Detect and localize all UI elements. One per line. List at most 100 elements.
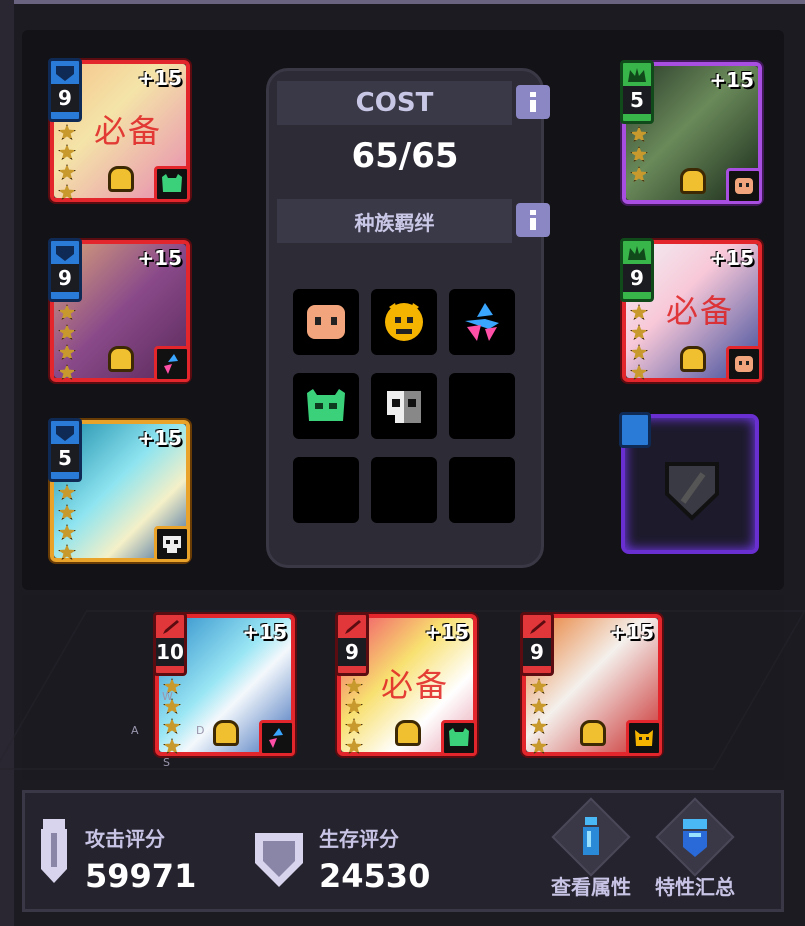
- star-icon: [58, 324, 76, 340]
- green-orc-icon: [162, 174, 182, 192]
- shield-class-icon: [619, 412, 651, 448]
- lock-icon: [680, 168, 706, 194]
- star-column: [530, 678, 548, 754]
- must-have-mark: 必备: [94, 112, 163, 150]
- star-icon: [58, 124, 76, 140]
- info-icon: [530, 92, 536, 97]
- star-column: [630, 126, 648, 182]
- hero-card[interactable]: 必备 9 +15: [335, 612, 477, 756]
- race-bond-grid: [293, 289, 518, 523]
- class-badge: 9: [48, 238, 82, 302]
- hero-card[interactable]: 必备 9 +15: [48, 58, 190, 202]
- race-slot[interactable]: [293, 373, 359, 439]
- star-column: [58, 124, 76, 200]
- lock-icon: [580, 720, 606, 746]
- star-icon: [58, 144, 76, 160]
- star-icon: [58, 164, 76, 180]
- star-column: [58, 484, 76, 560]
- hero-card[interactable]: 9 +15: [520, 612, 662, 756]
- key-hint-w: W: [162, 690, 173, 703]
- star-icon: [58, 344, 76, 360]
- race-slot[interactable]: [449, 289, 515, 355]
- hero-level: 9: [51, 84, 79, 112]
- star-icon: [345, 698, 363, 714]
- info-icon: [530, 210, 536, 215]
- star-icon: [630, 324, 648, 340]
- class-badge: 9: [520, 612, 554, 676]
- cost-title: COST: [355, 88, 434, 118]
- star-icon: [630, 344, 648, 360]
- star-icon: [345, 738, 363, 754]
- attack-score-value: 59971: [85, 857, 197, 895]
- hero-card[interactable]: 5 +15: [48, 418, 190, 562]
- lock-icon: [213, 720, 239, 746]
- hero-level: 5: [51, 444, 79, 472]
- lock-icon: [108, 166, 134, 192]
- view-attributes-label: 查看属性: [551, 875, 631, 899]
- sword-class-icon: [530, 620, 546, 634]
- race-tag: [154, 526, 190, 562]
- lock-icon: [680, 346, 706, 372]
- race-slot[interactable]: [371, 373, 437, 439]
- star-icon: [530, 698, 548, 714]
- trait-summary-label: 特性汇总: [655, 875, 735, 899]
- fire-spirit-icon: [269, 728, 283, 748]
- empty-shield-icon: [665, 462, 719, 521]
- race-slot[interactable]: [371, 289, 437, 355]
- enhance-level: +15: [242, 620, 287, 644]
- class-badge: 9: [48, 58, 82, 122]
- star-icon: [58, 544, 76, 560]
- survival-score-value: 24530: [319, 857, 431, 895]
- race-tag: [726, 346, 762, 382]
- key-hint-s: S: [163, 756, 170, 769]
- star-icon: [345, 678, 363, 694]
- star-icon: [630, 126, 648, 142]
- enhance-level: +15: [137, 246, 182, 270]
- info-icon-line: [530, 100, 536, 112]
- star-icon: [630, 364, 648, 380]
- enhance-level: +15: [137, 66, 182, 90]
- crown-class-icon: [628, 246, 646, 260]
- empty-hero-slot[interactable]: [619, 412, 759, 554]
- sword-class-icon: [163, 620, 179, 634]
- star-icon: [630, 146, 648, 162]
- hero-level: 9: [51, 264, 79, 292]
- lock-icon: [395, 720, 421, 746]
- hero-card[interactable]: 9 +15: [48, 238, 190, 382]
- star-icon: [345, 718, 363, 734]
- enhance-level: +15: [424, 620, 469, 644]
- race-slot-empty: [449, 457, 515, 523]
- star-icon: [58, 484, 76, 500]
- race-slot-empty: [371, 457, 437, 523]
- survival-score-label: 生存评分: [319, 827, 399, 851]
- shield-class-icon: [56, 66, 74, 81]
- hero-level: 9: [338, 638, 366, 666]
- star-column: [345, 678, 363, 754]
- hero-card[interactable]: 5 +15: [620, 60, 762, 204]
- fire-spirit-icon: [164, 354, 178, 374]
- hero-level: 5: [623, 86, 651, 114]
- enhance-level: +15: [709, 246, 754, 270]
- star-icon: [530, 678, 548, 694]
- cost-info-button[interactable]: [516, 85, 550, 119]
- lock-icon: [108, 346, 134, 372]
- sword-score-icon: [41, 819, 67, 883]
- class-badge: 9: [335, 612, 369, 676]
- must-have-mark: 必备: [666, 292, 735, 330]
- hero-level: 9: [523, 638, 551, 666]
- class-badge: 5: [48, 418, 82, 482]
- race-slot[interactable]: [293, 289, 359, 355]
- attack-score-label: 攻击评分: [85, 827, 165, 851]
- trait-summary-button[interactable]: 特性汇总: [645, 797, 745, 903]
- sword-class-icon: [345, 620, 361, 634]
- race-slot-empty: [449, 373, 515, 439]
- bond-info-button[interactable]: [516, 203, 550, 237]
- race-tag: [154, 166, 190, 202]
- hero-card[interactable]: 必备 9 +15: [620, 238, 762, 382]
- hero-card[interactable]: 10 +15: [153, 612, 295, 756]
- class-badge: 5: [620, 60, 654, 124]
- armor-icon: [683, 819, 707, 857]
- class-badge: 9: [620, 238, 654, 302]
- view-attributes-button[interactable]: 查看属性: [541, 797, 641, 903]
- cat-face-icon: [635, 730, 653, 746]
